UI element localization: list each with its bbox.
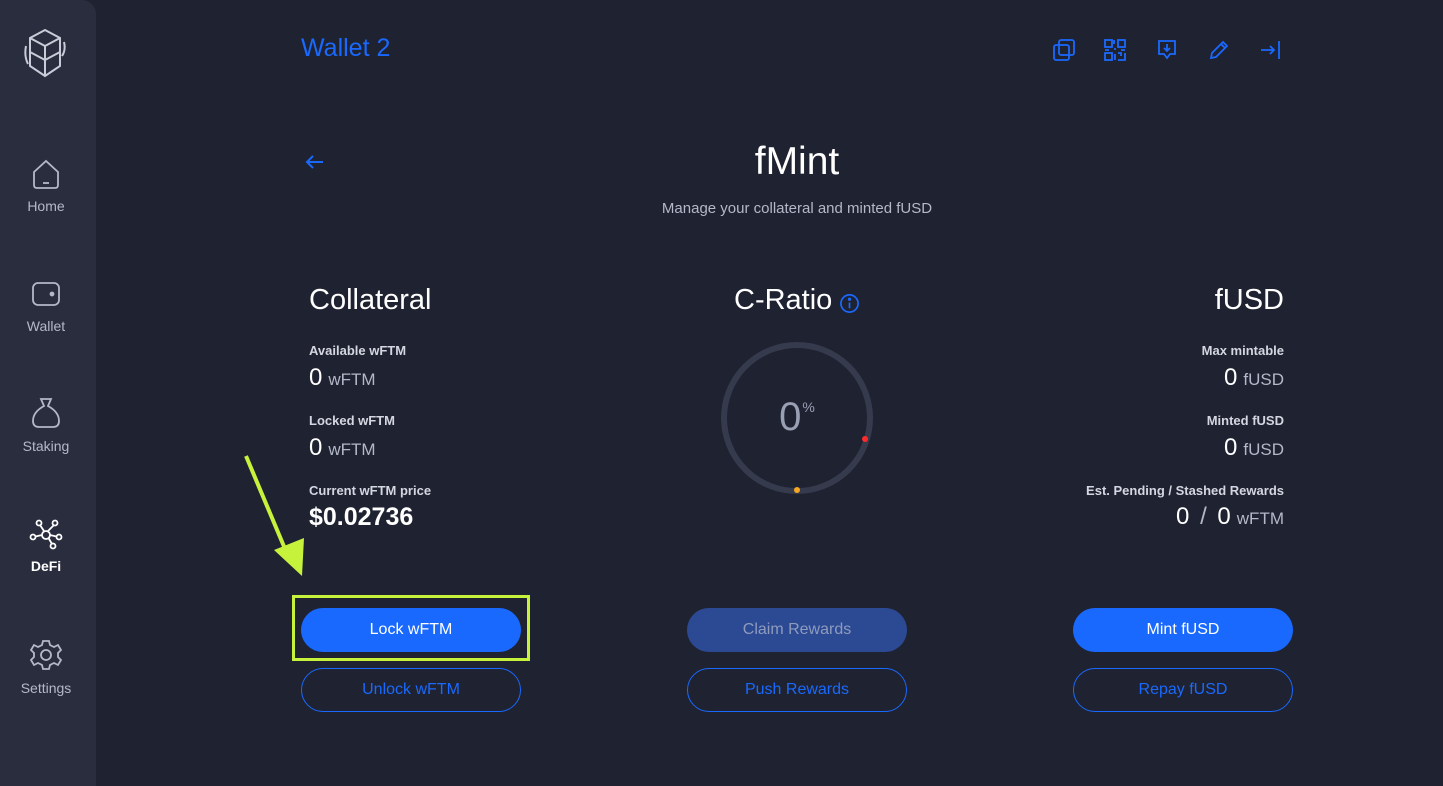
stashed-rewards-amount: 0 <box>1217 503 1231 530</box>
available-wftm-label: Available wFTM <box>309 343 407 358</box>
logout-icon[interactable] <box>1259 38 1283 62</box>
sidebar-item-label: Staking <box>22 438 70 454</box>
available-wftm-amount: 0 <box>309 364 323 391</box>
wftm-price-value: $0.02736 <box>309 503 414 531</box>
sidebar-item-wallet[interactable]: Wallet <box>0 278 92 334</box>
sidebar-item-label: Wallet <box>26 318 66 334</box>
cratio-number: 0 <box>779 395 802 439</box>
available-wftm-unit: wFTM <box>328 370 376 389</box>
sidebar-item-staking[interactable]: Staking <box>0 396 92 454</box>
fantom-logo-icon[interactable] <box>24 26 66 80</box>
edit-icon[interactable] <box>1207 38 1231 62</box>
mint-fusd-button[interactable]: Mint fUSD <box>1073 608 1293 652</box>
available-wftm-value: 0 wFTM <box>309 364 376 392</box>
sidebar-item-label: Home <box>27 198 65 214</box>
copy-icon[interactable] <box>1052 38 1076 62</box>
sidebar-item-defi[interactable]: DeFi <box>0 518 92 574</box>
minted-fusd-unit: fUSD <box>1243 440 1284 459</box>
gear-icon <box>29 640 63 670</box>
defi-icon <box>29 519 63 550</box>
rewards-value: 0 / 0 wFTM <box>1000 503 1284 531</box>
wallet-title[interactable]: Wallet 2 <box>301 34 390 63</box>
rewards-separator: / <box>1200 503 1207 530</box>
wftm-price-label: Current wFTM price <box>309 483 432 498</box>
unlock-wftm-button[interactable]: Unlock wFTM <box>301 668 521 712</box>
minted-fusd-amount: 0 <box>1224 434 1238 461</box>
rewards-unit: wFTM <box>1236 509 1284 528</box>
annotation-arrow-icon <box>244 455 304 576</box>
max-mintable-value: 0 fUSD <box>1000 364 1284 392</box>
pending-rewards-amount: 0 <box>1176 503 1190 530</box>
page-subtitle: Manage your collateral and minted fUSD <box>661 200 933 217</box>
locked-wftm-value: 0 wFTM <box>309 434 376 462</box>
locked-wftm-label: Locked wFTM <box>309 413 395 428</box>
max-mintable-label: Max mintable <box>1201 343 1284 358</box>
wallet-icon <box>32 282 60 306</box>
fusd-heading: fUSD <box>1214 284 1284 316</box>
max-mintable-amount: 0 <box>1224 364 1238 391</box>
home-icon <box>33 159 59 189</box>
sidebar-item-label: Settings <box>20 680 72 696</box>
claim-rewards-button[interactable]: Claim Rewards <box>687 608 907 652</box>
minted-fusd-value: 0 fUSD <box>1000 434 1284 462</box>
sidebar-item-home[interactable]: Home <box>0 158 92 214</box>
minted-fusd-label: Minted fUSD <box>1206 413 1284 428</box>
cratio-value: 0% <box>718 395 876 440</box>
info-icon[interactable] <box>839 293 860 314</box>
cratio-heading: C-Ratio <box>734 284 833 316</box>
page-title: fMint <box>754 140 840 183</box>
collateral-heading: Collateral <box>309 284 432 316</box>
max-mintable-unit: fUSD <box>1243 370 1284 389</box>
sidebar-item-label: DeFi <box>30 558 62 574</box>
receive-icon[interactable] <box>1155 38 1179 62</box>
qr-code-icon[interactable] <box>1103 38 1127 62</box>
gauge-marker-orange <box>794 487 800 493</box>
rewards-label: Est. Pending / Stashed Rewards <box>1086 483 1284 498</box>
sidebar-item-settings[interactable]: Settings <box>0 638 92 696</box>
highlight-box <box>292 595 530 661</box>
back-arrow-icon[interactable] <box>303 150 327 174</box>
locked-wftm-amount: 0 <box>309 434 323 461</box>
bag-icon <box>32 398 60 428</box>
cratio-percent-sign: % <box>802 399 815 415</box>
locked-wftm-unit: wFTM <box>328 440 376 459</box>
repay-fusd-button[interactable]: Repay fUSD <box>1073 668 1293 712</box>
sidebar: Home Wallet Staking DeFi Settings <box>0 0 96 786</box>
push-rewards-button[interactable]: Push Rewards <box>687 668 907 712</box>
